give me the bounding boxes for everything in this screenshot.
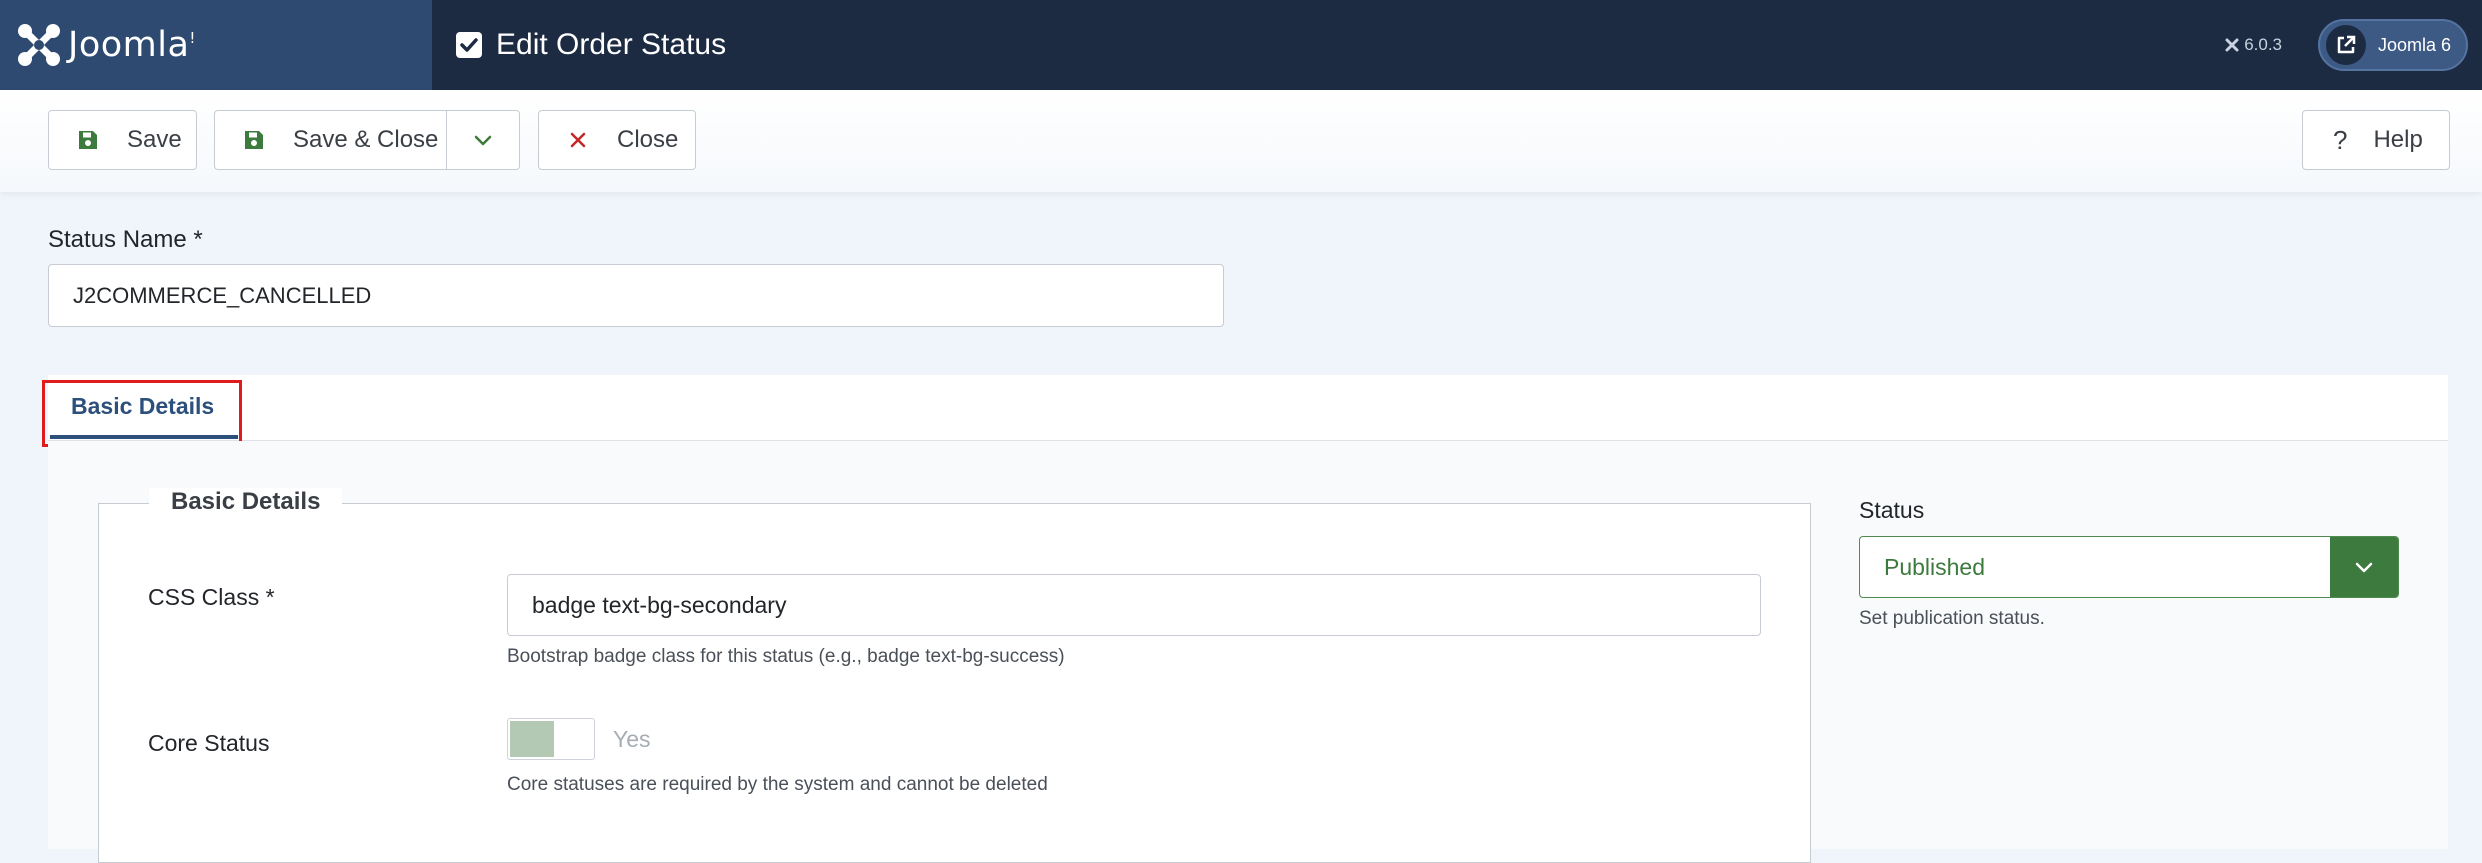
site-button-label: Joomla 6 (2378, 34, 2452, 55)
basic-details-fieldset: Basic Details CSS Class * Bootstrap badg… (98, 488, 1811, 863)
toggle-knob (510, 721, 554, 757)
status-name-label: Status Name * (48, 226, 203, 253)
save-label: Save (127, 126, 182, 153)
toolbar: Save Save & Close Close ? Help (0, 90, 2482, 192)
question-mark-icon: ? (2333, 124, 2348, 155)
basic-details-panel: Basic Details CSS Class * Bootstrap badg… (48, 441, 2448, 863)
edit-card: Basic Details Basic Details CSS Class * … (42, 375, 2448, 863)
top-header: Joomla! Edit Order Status 6.0.3 Joomla 6 (0, 0, 2482, 90)
close-icon (570, 132, 586, 148)
core-status-help: Core statuses are required by the system… (507, 774, 1048, 795)
save-options-dropdown-button[interactable] (446, 110, 520, 170)
status-selected-value: Published (1884, 554, 1986, 580)
css-class-help: Bootstrap badge class for this status (e… (507, 646, 1065, 667)
view-site-button[interactable]: Joomla 6 (2318, 19, 2468, 71)
core-status-toggle[interactable] (507, 718, 595, 760)
css-class-label: CSS Class * (148, 584, 275, 610)
floppy-disk-icon (79, 131, 97, 149)
core-status-label: Core Status (148, 730, 270, 756)
header-actions: 6.0.3 Joomla 6 (2224, 0, 2468, 90)
close-label: Close (617, 126, 679, 153)
page-title: Edit Order Status (496, 28, 727, 61)
status-label: Status (1859, 497, 1925, 523)
status-help: Set publication status. (1859, 608, 2045, 629)
chevron-down-icon (2330, 537, 2398, 597)
help-button[interactable]: ? Help (2302, 110, 2450, 170)
save-close-label: Save & Close (293, 126, 439, 153)
core-status-toggle-text: Yes (613, 726, 651, 752)
logo-wordmark: Joomla! (68, 25, 196, 65)
fieldset-legend: Basic Details (149, 488, 343, 516)
help-label: Help (2373, 126, 2423, 153)
version-info: 6.0.3 (2224, 35, 2282, 55)
close-button[interactable]: Close (538, 110, 696, 170)
external-link-icon (2326, 25, 2366, 65)
status-select[interactable]: Published (1859, 536, 2399, 598)
page-heading: Edit Order Status (456, 28, 726, 62)
joomla-logo-icon (18, 24, 60, 66)
floppy-disk-icon (245, 131, 263, 149)
brand-logo[interactable]: Joomla! (0, 0, 432, 90)
active-tab-indicator (50, 435, 238, 439)
css-class-input[interactable] (507, 574, 1761, 636)
save-button[interactable]: Save (48, 110, 197, 170)
version-number: 6.0.3 (2244, 35, 2282, 54)
tab-bar: Basic Details (42, 375, 2448, 447)
tab-basic-details[interactable]: Basic Details (71, 375, 214, 437)
save-and-close-button[interactable]: Save & Close (214, 110, 447, 170)
joomla-small-icon (2225, 38, 2239, 52)
status-name-input[interactable] (48, 264, 1224, 327)
checkbox-checked-icon (456, 32, 482, 58)
chevron-down-icon (474, 135, 492, 146)
